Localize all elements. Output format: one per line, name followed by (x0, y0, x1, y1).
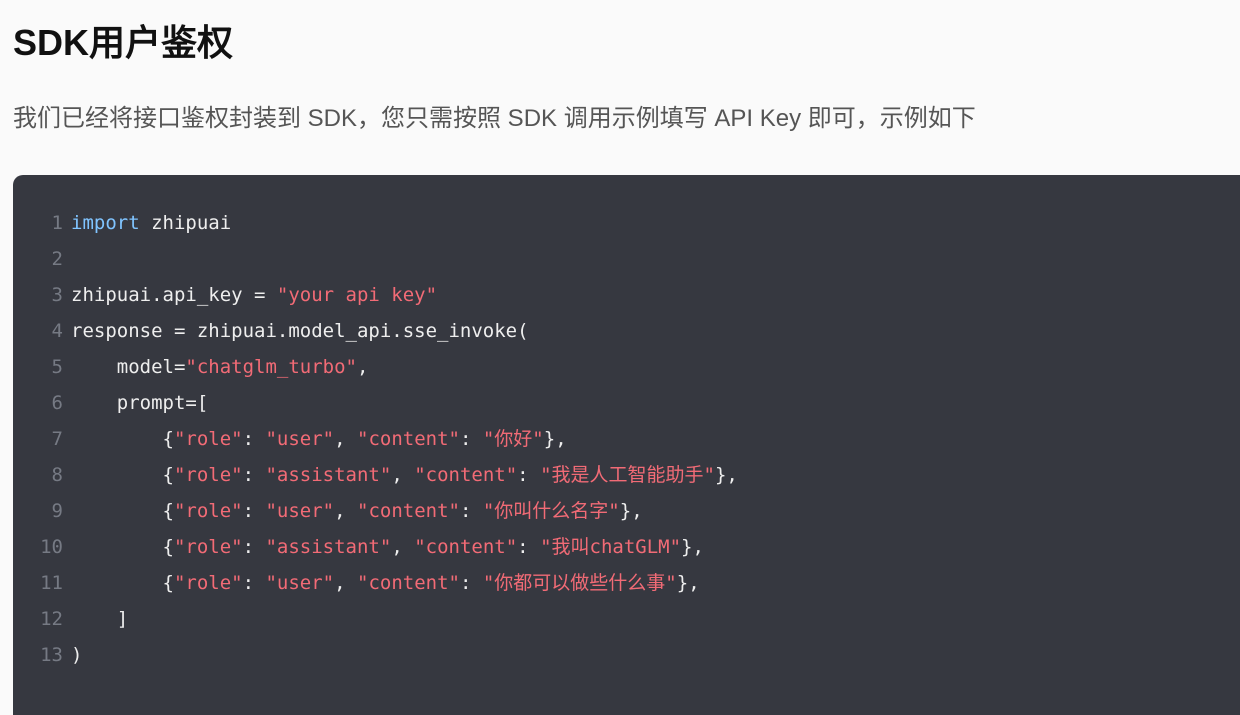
code-token: : (459, 572, 483, 594)
code-token: { (71, 464, 174, 486)
code-token: : (517, 464, 541, 486)
code-string: "assistant" (265, 464, 392, 486)
code-token: : (242, 572, 266, 594)
code-string: "content" (357, 572, 460, 594)
code-token: , (334, 500, 358, 522)
code-string: "role" (173, 500, 243, 522)
line-number: 13 (40, 644, 63, 666)
code-token: }, (676, 572, 700, 594)
line-number: 6 (51, 392, 63, 414)
code-token: , (334, 428, 358, 450)
line-number: 5 (51, 356, 63, 378)
code-text: {"role": "user", "content": "你都可以做些什么事"}… (71, 565, 700, 601)
code-string: "chatglm_turbo" (185, 356, 357, 378)
code-token: : (459, 428, 483, 450)
code-string: "content" (414, 536, 518, 558)
code-string: "role" (173, 536, 243, 558)
line-number: 3 (51, 284, 63, 306)
code-keyword: import (71, 212, 140, 234)
code-token: , (391, 464, 415, 486)
code-text: prompt=[ (71, 385, 209, 421)
line-number: 7 (51, 428, 63, 450)
code-text: ) (71, 637, 82, 673)
line-number: 2 (51, 248, 63, 270)
code-token: }, (619, 500, 643, 522)
code-string: "role" (173, 572, 243, 594)
code-token: : (242, 500, 266, 522)
line-number: 4 (51, 320, 63, 342)
code-token: zhipuai (139, 212, 232, 234)
code-text: zhipuai.api_key = "your api key" (71, 277, 437, 313)
code-string: "我是人工智能助手" (540, 464, 715, 486)
line-number: 11 (40, 572, 63, 594)
code-token: ] (71, 608, 129, 630)
code-token: { (71, 500, 174, 522)
code-string: "role" (173, 428, 243, 450)
code-token: { (71, 428, 174, 450)
code-token: : (459, 500, 483, 522)
code-string: "your api key" (276, 284, 438, 306)
code-string: "user" (265, 500, 335, 522)
line-number: 12 (40, 608, 63, 630)
code-string: "我叫chatGLM" (540, 536, 682, 558)
code-string: "content" (414, 464, 518, 486)
code-string: "你都可以做些什么事" (482, 572, 677, 594)
code-text: model="chatglm_turbo", (71, 349, 369, 385)
code-token: }, (681, 536, 704, 558)
code-token: }, (543, 428, 567, 450)
code-token: , (334, 572, 358, 594)
page-title: SDK用户鉴权 (13, 22, 234, 63)
code-token: model= (71, 356, 186, 378)
code-text: {"role": "assistant", "content": "我是人工智能… (71, 457, 738, 493)
code-token: }, (714, 464, 738, 486)
code-token: : (517, 536, 541, 558)
code-token: , (356, 356, 369, 378)
line-number: 10 (40, 536, 63, 558)
line-number: 8 (51, 464, 63, 486)
code-token: , (391, 536, 415, 558)
code-token: ) (71, 644, 83, 666)
code-string: "role" (173, 464, 243, 486)
code-token: : (242, 428, 266, 450)
code-text: {"role": "user", "content": "你叫什么名字"}, (71, 493, 643, 529)
code-text: import zhipuai (71, 205, 231, 241)
line-number: 1 (51, 212, 63, 234)
code-text: response = zhipuai.model_api.sse_invoke( (71, 313, 529, 349)
code-string: "你好" (482, 428, 544, 450)
code-token: zhipuai.api_key = (71, 284, 277, 306)
code-token: { (71, 572, 174, 594)
code-token: : (242, 464, 266, 486)
code-token: { (71, 536, 174, 558)
line-number: 9 (51, 500, 63, 522)
code-text: ] (71, 601, 128, 637)
code-text: {"role": "user", "content": "你好"}, (71, 421, 567, 457)
code-token: prompt=[ (71, 392, 209, 414)
code-string: "assistant" (265, 536, 392, 558)
code-string: "content" (357, 500, 460, 522)
code-string: "user" (265, 572, 335, 594)
code-text: {"role": "assistant", "content": "我叫chat… (71, 529, 704, 565)
code-token: response = zhipuai.model_api.sse_invoke( (71, 320, 529, 342)
code-token: : (242, 536, 266, 558)
intro-text: 我们已经将接口鉴权封装到 SDK，您只需按照 SDK 调用示例填写 API Ke… (13, 105, 976, 132)
code-string: "user" (265, 428, 335, 450)
code-string: "content" (357, 428, 460, 450)
code-block[interactable]: 1 import zhipuai 2 3 zhipuai.api_key = "your… (13, 175, 1240, 715)
code-string: "你叫什么名字" (482, 500, 620, 522)
